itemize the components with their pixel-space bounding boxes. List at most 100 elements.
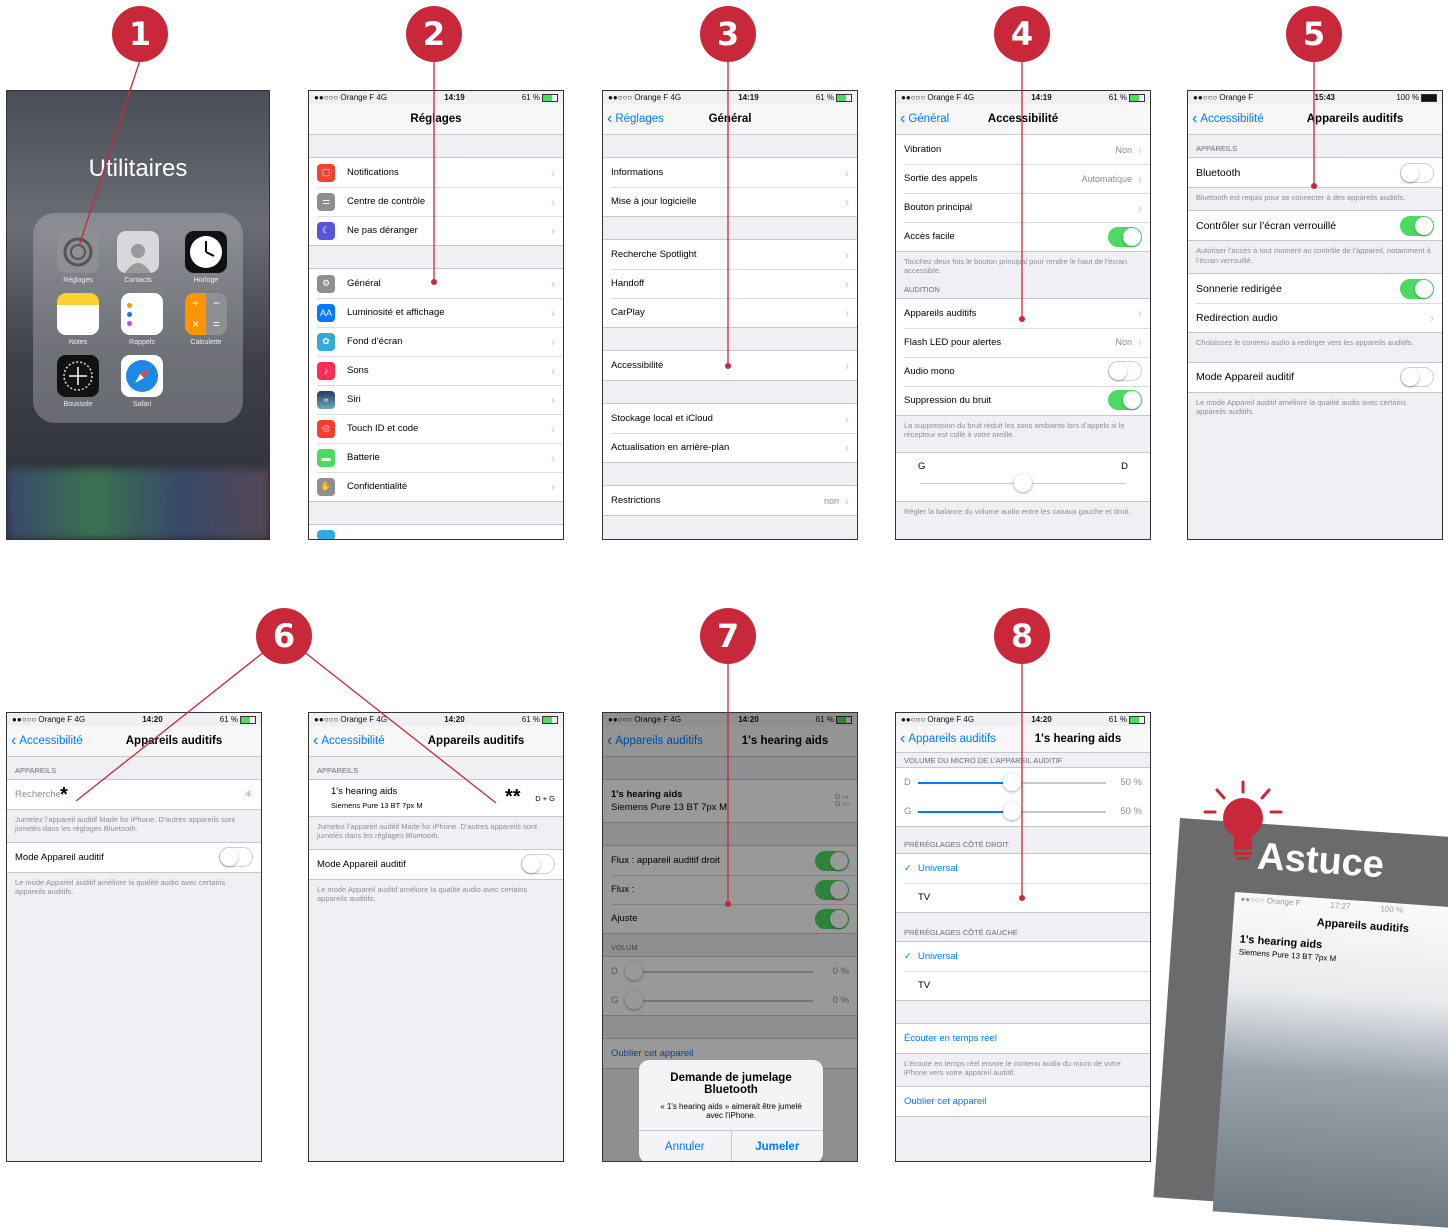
settings-group-3 [309, 524, 563, 539]
hearing-aid-mode-toggle[interactable] [219, 847, 253, 868]
status-bar: ●●○○○ Orange F 4G 14:19 61 % [896, 91, 1150, 104]
alert-title: Demande de jumelage Bluetooth [670, 1072, 792, 1096]
vibration-row[interactable]: Vibration Non › [896, 135, 1150, 164]
accessibility-group-1: Vibration Non › Sortie des appels Automatiq… [896, 135, 1150, 252]
settings-item-privacy[interactable]: ✋ Confidentialité › [309, 472, 563, 501]
app-reminders[interactable]: Rappels [121, 293, 163, 346]
pair-button[interactable]: Jumeler [730, 1131, 824, 1161]
app-safari[interactable]: Safari [121, 355, 163, 408]
settings-icon [57, 231, 99, 273]
gear-icon: ⚙ [317, 274, 335, 293]
ringtone-routing-toggle[interactable] [1400, 278, 1434, 299]
live-listen-footer: L’écoute en temps réel envoie le contenu… [904, 1059, 1121, 1078]
hearing-aid-mode-toggle[interactable] [521, 854, 555, 875]
mono-audio-row: Audio mono [896, 356, 1150, 386]
settings-item-siri[interactable]: ≈ Siri › [309, 385, 563, 414]
settings-item-wallpaper[interactable]: ✿ Fond d’écran › [309, 327, 563, 356]
general-item-update[interactable]: Mise à jour logicielle › [603, 187, 857, 216]
reachability-toggle[interactable] [1108, 226, 1142, 247]
sound-icon: ♪ [317, 361, 335, 380]
live-listen-button[interactable]: Écouter en temps réel [896, 1024, 1150, 1053]
status-bar: ●●○○○ Orange F 4G 14:19 61 % [603, 91, 857, 104]
app-clock[interactable]: Horloge [185, 231, 227, 284]
general-item-restrictions[interactable]: Restrictions non › [603, 486, 857, 515]
general-item-storage[interactable]: Stockage local et iCloud › [603, 404, 857, 433]
icloud-icon [317, 530, 335, 539]
hearing-aid-mode-toggle[interactable] [1400, 367, 1434, 387]
preset-right-universal[interactable]: ✓ Universal [896, 854, 1150, 883]
preset-left-universal[interactable]: ✓ Universal [896, 942, 1150, 971]
balance-left-label: G [918, 460, 926, 472]
hac-group: Mode Appareil auditif [7, 841, 261, 873]
balance-group: G D [896, 451, 1150, 502]
back-button[interactable]: ‹ Appareils auditifs [900, 726, 996, 752]
led-flash-row[interactable]: Flash LED pour alertes Non › [896, 327, 1150, 357]
hearing-aid-mode-row: Mode Appareil auditif [7, 843, 261, 872]
settings-item-battery[interactable]: ▬ Batterie › [309, 443, 563, 472]
general-item-spotlight[interactable]: Recherche Spotlight › [603, 240, 857, 269]
cancel-button[interactable]: Annuler [639, 1131, 731, 1161]
settings-item-dnd[interactable]: ☾ Ne pas déranger › [309, 216, 563, 245]
general-item-background-refresh[interactable]: Actualisation en arrière-plan › [603, 433, 857, 462]
app-calculator[interactable]: + − × = Calculette [185, 293, 227, 346]
notes-icon [57, 293, 99, 335]
settings-item-brightness[interactable]: AA Luminosité et affichage › [309, 298, 563, 327]
callout-dot-5 [1311, 183, 1317, 189]
asterisk-marker-2: ** [505, 786, 521, 808]
audio-routing-row[interactable]: Redirection audio › [1188, 303, 1442, 332]
lockscreen-control-toggle[interactable] [1400, 215, 1434, 236]
folder-title: Utilitaires [88, 155, 188, 182]
back-button[interactable]: ‹ Général [900, 104, 949, 134]
hac-group: Mode Appareil auditif [1188, 361, 1442, 393]
hearing-devices-row[interactable]: Appareils auditifs › [896, 299, 1150, 328]
reachability-row: Accès facile [896, 222, 1150, 251]
found-device-row[interactable]: 1's hearing aids Siemens Pure 13 BT 7px M… [309, 780, 563, 816]
mono-audio-toggle[interactable] [1108, 361, 1142, 382]
forget-device-button[interactable]: Oublier cet appareil [896, 1087, 1150, 1116]
section-header-devices: APPAREILS [15, 766, 57, 775]
call-audio-row[interactable]: Sortie des appels Automatique › [896, 164, 1150, 193]
balance-slider-thumb[interactable] [1014, 473, 1032, 492]
app-label: Réglages [63, 277, 93, 284]
app-contacts[interactable]: Contacts [117, 231, 159, 284]
routing-footer: Choisissez le contenu audio à rediriger … [1196, 338, 1414, 348]
general-item-carplay[interactable]: CarPlay › [603, 298, 857, 327]
app-settings[interactable]: Réglages [57, 231, 99, 284]
noise-cancel-footer: La suppression du bruit réduit les sons … [904, 420, 1125, 440]
back-button[interactable]: ‹ Accessibilité [11, 726, 83, 756]
mic-left-slider[interactable]: G 50 % [896, 797, 1150, 826]
back-button[interactable]: ‹ Réglages [607, 104, 664, 134]
screen-4-accessibility: ●●○○○ Orange F 4G 14:19 61 % ‹ Général Acc… [895, 90, 1151, 540]
devices-group: Recherche ✳ [7, 779, 261, 810]
bluetooth-toggle[interactable] [1400, 162, 1434, 183]
settings-item-sounds[interactable]: ♪ Sons › [309, 356, 563, 385]
battery-icon: ▬ [317, 448, 335, 467]
back-button[interactable]: ‹ Accessibilité [313, 726, 385, 756]
screen-6a-searching: ●●○○○ Orange F 4G 14:20 61 % ‹ Accessibili… [6, 712, 262, 1162]
callout-dot-3 [725, 363, 731, 369]
utilities-folder: Réglages Contacts Horloge Notes Rappels [33, 213, 243, 423]
app-label: Calculette [190, 339, 222, 346]
fingerprint-icon: ◎ [317, 419, 335, 438]
general-item-info[interactable]: Informations › [603, 158, 857, 187]
settings-item-notifications[interactable]: ▢ Notifications › [309, 158, 563, 187]
lockscreen-control-row: Contrôler sur l’écran verrouillé [1188, 211, 1442, 240]
back-button[interactable]: ‹ Accessibilité [1192, 104, 1264, 134]
hearing-aid-mode-row: Mode Appareil auditif [1188, 363, 1442, 392]
live-listen-group: Écouter en temps réel [896, 1023, 1150, 1054]
screen-7-pairing: ●●○○○ Orange F 4G 14:20 61 % ‹ Appareils a… [602, 712, 858, 1162]
hearing-aid-mode-row: Mode Appareil auditif [309, 850, 563, 879]
app-notes[interactable]: Notes [57, 293, 99, 346]
home-button-row[interactable]: Bouton principal › [896, 193, 1150, 222]
app-compass[interactable]: Boussole [57, 355, 99, 408]
preset-left-tv[interactable]: TV [896, 971, 1150, 1000]
settings-item-touch-id[interactable]: ◎ Touch ID et code › [309, 414, 563, 443]
step-badge-8: 8 [994, 608, 1050, 664]
noise-cancel-toggle[interactable] [1108, 390, 1142, 411]
mic-right-slider[interactable]: D 50 % [896, 768, 1150, 797]
settings-item-control-center[interactable]: ⚌ Centre de contrôle › [309, 187, 563, 216]
nav-bar: ‹ Accessibilité Appareils auditifs [7, 726, 261, 757]
general-item-handoff[interactable]: Handoff › [603, 269, 857, 298]
settings-item-next[interactable] [309, 525, 563, 539]
nav-bar: Réglages [309, 104, 563, 135]
